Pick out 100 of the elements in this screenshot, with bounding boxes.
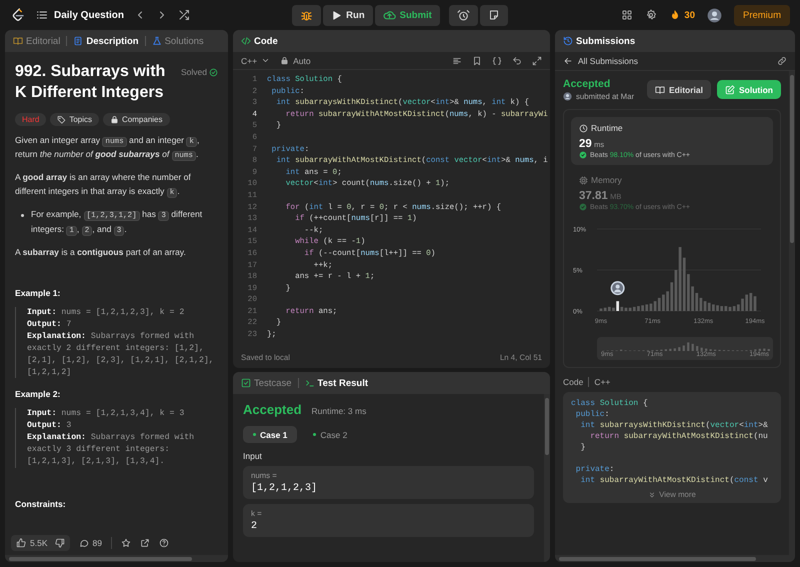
verdict-text: Accepted	[243, 402, 302, 417]
example-line: Explanation: Subarrays formed with exactly 3 different integers: [1,2,1,3], [2,1,3], [1,3,4].	[27, 432, 196, 468]
check-badge-icon	[579, 203, 587, 211]
panel-tab[interactable]: Test Result	[304, 378, 368, 388]
list-icon	[36, 9, 48, 21]
submit-button[interactable]: Submit	[374, 4, 440, 26]
chip-icon	[579, 176, 588, 184]
example-line: Explanation: Subarrays formed with exactly 2 different integers: [1,2], [2,1], [1,2], [2,3], [1,2,1], [2,1,2], [1,2,1,2]	[27, 330, 215, 378]
note-icon	[488, 9, 500, 21]
run-button[interactable]: Run	[323, 4, 373, 26]
language-dropdown[interactable]: C++	[241, 56, 270, 66]
star-icon[interactable]	[120, 538, 131, 548]
bullet-icon	[21, 214, 24, 218]
alarm-clock-icon	[456, 8, 470, 22]
undo-icon[interactable]	[512, 56, 522, 66]
metric-label: Memory	[591, 175, 622, 185]
code-icon	[241, 36, 251, 46]
thumbs-down-icon	[54, 538, 64, 548]
comment-icon	[78, 538, 88, 548]
example-line: Output: 7	[27, 319, 72, 331]
code-line: return subarrayWithAtMostKDistinct(nu	[589, 431, 769, 442]
verdict-text: Accepted	[563, 78, 612, 90]
comments-button[interactable]: 89	[78, 538, 102, 548]
logo-icon[interactable]	[10, 7, 26, 23]
braces-icon[interactable]	[492, 56, 502, 66]
topic-tag[interactable]: Topics	[50, 112, 100, 126]
timer-button[interactable]	[448, 4, 478, 26]
premium-button[interactable]: Premium	[734, 4, 790, 26]
solved-status: Solved	[181, 66, 218, 80]
help-icon[interactable]	[158, 538, 169, 548]
check-circle-icon	[209, 68, 218, 78]
tag-icon	[57, 114, 66, 124]
history-icon	[563, 36, 573, 46]
grid-icon[interactable]	[621, 9, 634, 21]
checkbox-icon	[241, 378, 251, 388]
cloud-upload-icon	[382, 8, 396, 22]
streak-counter[interactable]: 30	[669, 9, 695, 21]
example-line: Output: 3	[27, 420, 72, 432]
format-icon[interactable]	[452, 56, 462, 66]
debug-button[interactable]	[292, 4, 322, 26]
example-line: Input: nums = [1,2,1,3,4], k = 3	[27, 408, 186, 420]
lock-icon	[280, 56, 290, 65]
bug-icon	[300, 8, 314, 22]
panel-tab[interactable]: Editorial	[13, 36, 60, 46]
panel-tab[interactable]: Code	[241, 36, 278, 46]
editorial-button[interactable]: Editorial	[646, 80, 711, 99]
panel-tab[interactable]: Testcase	[241, 378, 292, 388]
link-icon[interactable]	[777, 56, 787, 66]
avatar-icon[interactable]	[706, 8, 722, 22]
auto-mode-toggle[interactable]: Auto	[280, 56, 311, 66]
all-submissions-link[interactable]: All Submissions	[578, 56, 638, 66]
difficulty-badge: Hard	[15, 112, 46, 126]
flask-icon	[152, 36, 162, 46]
problem-title: 992. Subarrays with K Different Integers	[15, 62, 166, 103]
code-line: int subarraysWithKDistinct(vector<int>&	[580, 420, 769, 431]
chevron-down-icon	[261, 56, 270, 65]
code-line: class Solution {	[571, 398, 649, 409]
shuffle-icon[interactable]	[178, 9, 190, 21]
example-line: Input: nums = [1,2,1,2,3], k = 2	[27, 307, 186, 320]
panel-tab[interactable]: Description	[73, 36, 139, 46]
dislike-button[interactable]	[54, 538, 64, 548]
panel-tab[interactable]: Submissions	[563, 36, 636, 46]
description-paragraph: A subarray is a contiguous part of an array.	[15, 246, 187, 259]
notes-button[interactable]	[480, 4, 508, 26]
code-line: int subarrayWithAtMostKDistinct(const v	[580, 475, 769, 486]
document-icon	[73, 36, 84, 46]
code-heading: Code	[563, 377, 584, 387]
settings-icon[interactable]	[645, 9, 658, 21]
thumbs-up-icon	[16, 538, 26, 548]
back-arrow-icon[interactable]	[563, 56, 573, 66]
edit-icon	[725, 84, 735, 94]
lock-icon	[110, 114, 120, 124]
language-label: C++	[594, 377, 610, 387]
runtime-text: Runtime: 3 ms	[312, 406, 366, 416]
example-heading: Example 2:	[15, 388, 62, 402]
panel-tab[interactable]: Solutions	[152, 36, 204, 46]
case-tab[interactable]: Case 2	[303, 426, 358, 443]
constraints-heading: Constraints:	[15, 498, 67, 511]
case-tab[interactable]: Case 1	[243, 426, 298, 443]
input-value: 2	[251, 521, 258, 532]
share-icon[interactable]	[140, 538, 150, 548]
play-icon	[331, 10, 342, 20]
terminal-icon	[304, 378, 314, 388]
input-heading: Input	[243, 451, 263, 461]
metric-label: Runtime	[591, 123, 623, 133]
book-icon	[654, 84, 665, 94]
expand-icon[interactable]	[532, 56, 542, 66]
topic-tag[interactable]: Companies	[103, 112, 170, 126]
example-heading: Example 1:	[15, 287, 62, 300]
code-line: }	[580, 442, 586, 453]
clock-icon	[579, 124, 588, 132]
user-avatar-marker	[610, 281, 625, 296]
bookmark-icon[interactable]	[472, 56, 482, 66]
code-line: public:	[574, 409, 610, 420]
input-value: [1,2,1,2,3]	[251, 483, 318, 494]
chevrons-down-icon	[648, 490, 656, 498]
book-icon	[13, 36, 23, 46]
code-line: private:	[574, 464, 616, 475]
avatar-icon	[563, 92, 572, 101]
problem-list-link[interactable]: Daily Question	[36, 9, 124, 21]
